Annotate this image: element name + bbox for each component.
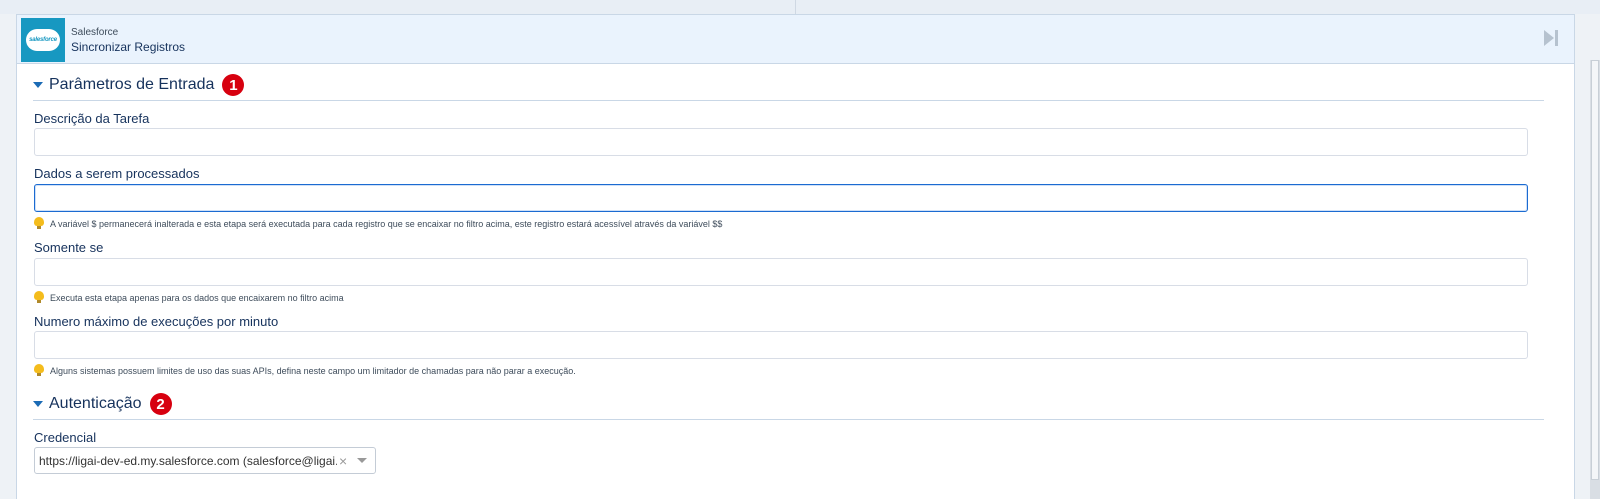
field-label: Numero máximo de execuções por minuto (34, 314, 279, 329)
section-title: Parâmetros de Entrada (49, 76, 215, 93)
chevron-down-icon[interactable] (357, 458, 368, 463)
data-to-process-input[interactable] (34, 184, 1528, 212)
hint-text: Executa esta etapa apenas para os dados … (50, 292, 344, 303)
hint-text: A variável $ permanecerá inalterada e es… (50, 218, 723, 229)
section-header[interactable]: Parâmetros de Entrada 1 (33, 70, 1544, 101)
step-badge: 1 (222, 74, 245, 96)
section-header[interactable]: Autenticação 2 (33, 389, 1544, 420)
scrollbar-thumb[interactable] (1591, 60, 1599, 480)
background-strip (0, 0, 1600, 14)
skip-forward-icon[interactable] (1544, 30, 1560, 46)
lightbulb-icon (34, 217, 44, 230)
caret-down-icon[interactable] (33, 82, 43, 88)
step-title: Sincronizar Registros (71, 40, 186, 54)
lightbulb-icon (34, 291, 44, 304)
scrollbar[interactable] (1590, 60, 1600, 499)
step-badge: 2 (149, 393, 172, 415)
hint-text: Alguns sistemas possuem limites de uso d… (50, 365, 576, 376)
section-authentication: Autenticação 2 (33, 389, 1544, 420)
background-divider (795, 0, 796, 14)
close-icon[interactable]: × (339, 453, 347, 469)
panel-header: salesforce Salesforce Sincronizar Regist… (17, 15, 1574, 64)
field-label: Descrição da Tarefa (34, 111, 150, 126)
field-hint: Alguns sistemas possuem limites de uso d… (34, 364, 576, 377)
only-if-input[interactable] (34, 258, 1528, 286)
max-executions-input[interactable] (34, 331, 1528, 359)
field-hint: Executa esta etapa apenas para os dados … (34, 291, 344, 304)
field-label: Dados a serem processados (34, 166, 200, 181)
field-label: Credencial (34, 430, 97, 445)
section-input-parameters: Parâmetros de Entrada 1 (33, 70, 1544, 101)
credential-value: https://ligai-dev-ed.my.salesforce.com (… (39, 453, 337, 468)
field-label: Somente se (34, 240, 104, 255)
logo-text: salesforce (26, 29, 60, 51)
section-title: Autenticação (49, 395, 142, 412)
caret-down-icon[interactable] (33, 401, 43, 407)
credential-select[interactable]: https://ligai-dev-ed.my.salesforce.com (… (34, 447, 376, 474)
app-name: Salesforce (71, 27, 119, 38)
lightbulb-icon (34, 364, 44, 377)
step-config-panel: salesforce Salesforce Sincronizar Regist… (16, 14, 1575, 499)
field-hint: A variável $ permanecerá inalterada e es… (34, 217, 722, 230)
task-description-input[interactable] (34, 128, 1528, 156)
salesforce-cloud-icon: salesforce (21, 18, 65, 62)
